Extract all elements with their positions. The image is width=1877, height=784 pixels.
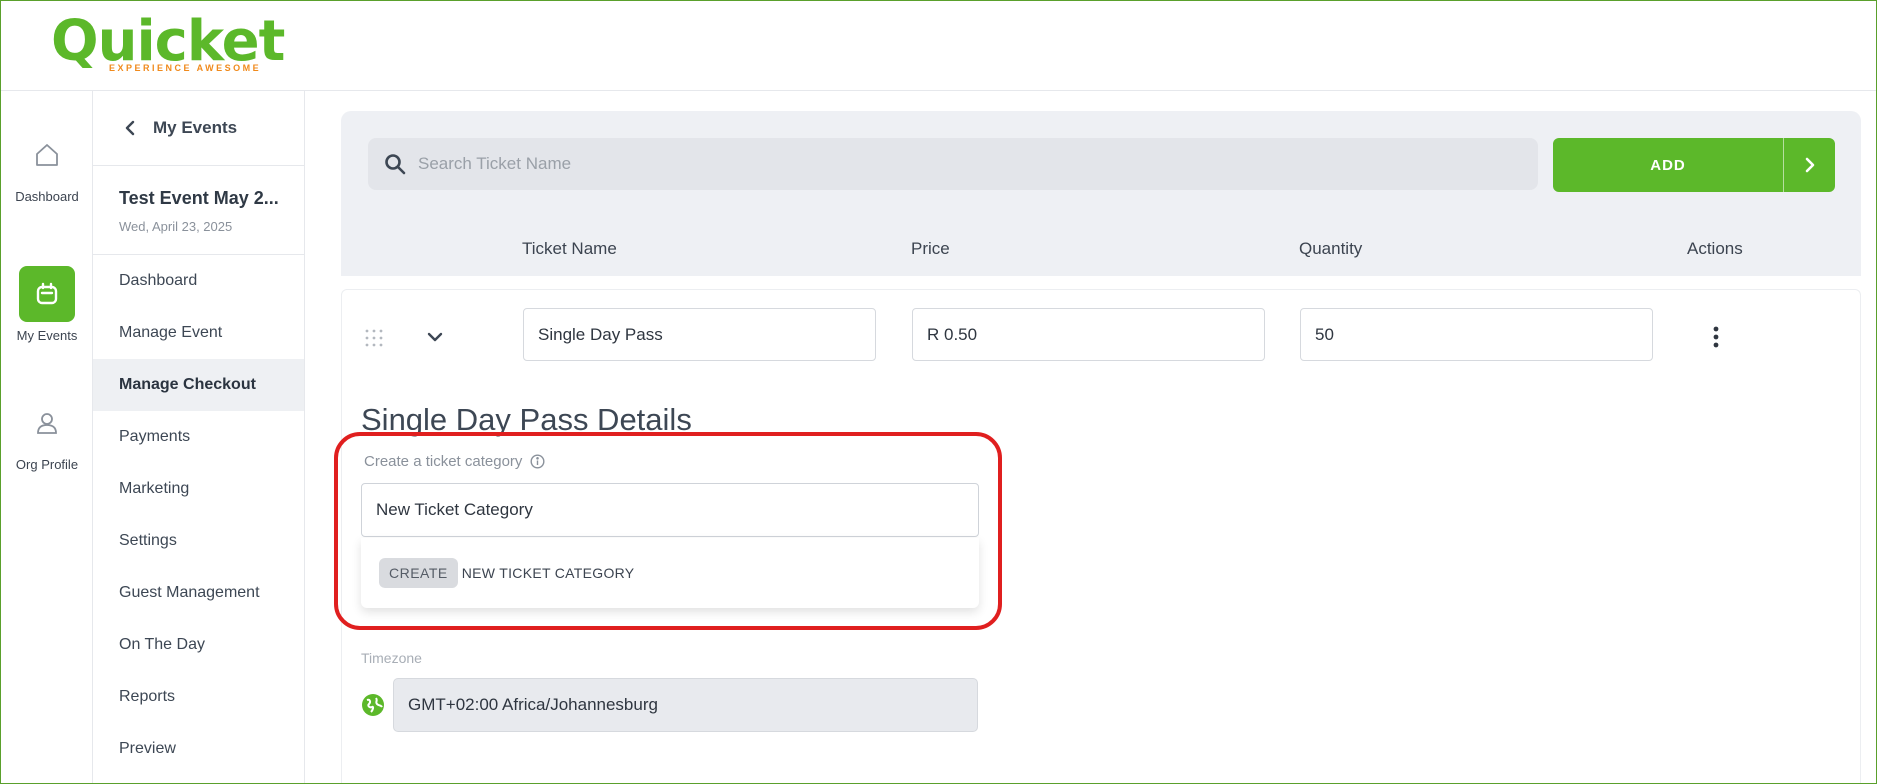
tickets-toolbar: ADD Ticket Name Price Quantity Actions — [341, 111, 1861, 276]
more-actions-icon[interactable] — [1712, 326, 1720, 353]
column-header-price: Price — [911, 239, 950, 258]
ticket-category-input[interactable] — [376, 500, 966, 520]
add-dropdown-toggle[interactable] — [1783, 138, 1835, 192]
top-bar: Quicket EXPERIENCE AWESOME — [1, 1, 1876, 91]
back-to-my-events[interactable]: My Events — [93, 91, 304, 166]
nav-item-settings[interactable]: Settings — [93, 515, 304, 567]
home-icon — [19, 127, 75, 183]
ticket-price-field[interactable]: R 0.50 — [912, 308, 1265, 361]
rail-label: Dashboard — [15, 189, 79, 204]
chevron-right-icon — [1805, 157, 1815, 173]
nav-item-preview[interactable]: Preview — [93, 723, 304, 775]
app-window: Quicket EXPERIENCE AWESOME Dashboard My … — [0, 0, 1877, 784]
rail-label: Org Profile — [15, 457, 79, 472]
ticket-category-label: Create a ticket category — [364, 453, 545, 470]
ticket-details-title: Single Day Pass Details — [361, 402, 692, 437]
person-icon — [19, 395, 75, 451]
rail-item-dashboard[interactable]: Dashboard — [1, 127, 93, 204]
ticket-quantity-field[interactable]: 50 — [1300, 308, 1653, 361]
timezone-label: Timezone — [361, 650, 422, 666]
nav-item-marketing[interactable]: Marketing — [93, 463, 304, 515]
nav-item-on-the-day[interactable]: On The Day — [93, 619, 304, 671]
nav-item-manage-checkout[interactable]: Manage Checkout — [93, 359, 304, 411]
event-date: Wed, April 23, 2025 — [119, 219, 233, 234]
main-content: ADD Ticket Name Price Quantity Actions S… — [306, 91, 1876, 783]
event-sidebar: My Events Test Event May 2... Wed, April… — [93, 91, 305, 783]
quicket-logo[interactable]: Quicket EXPERIENCE AWESOME — [51, 13, 285, 75]
nav-item-dashboard[interactable]: Dashboard — [93, 255, 304, 307]
category-suggestions: CREATE NEW TICKET CATEGORY — [361, 538, 979, 608]
ticket-card: Single Day Pass R 0.50 50 Single Day Pas… — [334, 289, 1861, 783]
nav-item-guest-management[interactable]: Guest Management — [93, 567, 304, 619]
column-header-quantity: Quantity — [1299, 239, 1363, 258]
calendar-icon — [19, 266, 75, 322]
drag-handle-icon[interactable] — [364, 328, 384, 353]
add-ticket-button[interactable]: ADD — [1553, 138, 1835, 192]
nav-item-reports[interactable]: Reports — [93, 671, 304, 723]
back-label: My Events — [153, 118, 238, 137]
rail-item-org-profile[interactable]: Org Profile — [1, 395, 93, 472]
event-nav: Dashboard Manage Event Manage Checkout P… — [93, 255, 304, 775]
timezone-row: GMT+02:00 Africa/Johannesburg — [361, 678, 978, 732]
rail-item-my-events[interactable]: My Events — [1, 266, 93, 343]
globe-icon — [361, 693, 385, 717]
chevron-down-icon[interactable] — [426, 328, 444, 351]
info-icon[interactable] — [530, 454, 545, 469]
icon-rail: Dashboard My Events Org Profile — [1, 91, 93, 783]
column-header-ticket-name: Ticket Name — [522, 239, 617, 258]
ticket-category-field[interactable] — [361, 483, 979, 537]
logo-tagline: EXPERIENCE AWESOME — [109, 63, 262, 73]
add-button-label: ADD — [1650, 156, 1686, 174]
event-summary: Test Event May 2... Wed, April 23, 2025 — [93, 166, 304, 255]
nav-item-payments[interactable]: Payments — [93, 411, 304, 463]
search-input[interactable] — [418, 154, 1518, 174]
ticket-name-field[interactable]: Single Day Pass — [523, 308, 876, 361]
search-icon — [384, 153, 406, 175]
create-category-chip[interactable]: CREATE — [379, 558, 458, 588]
create-category-option[interactable]: NEW TICKET CATEGORY — [462, 565, 635, 581]
column-header-actions: Actions — [1687, 239, 1743, 258]
timezone-select[interactable]: GMT+02:00 Africa/Johannesburg — [393, 678, 978, 732]
nav-item-manage-event[interactable]: Manage Event — [93, 307, 304, 359]
category-label-text: Create a ticket category — [364, 453, 523, 470]
event-name: Test Event May 2... — [119, 188, 279, 208]
chevron-left-icon — [125, 120, 135, 136]
rail-label: My Events — [16, 328, 78, 343]
search-box[interactable] — [368, 138, 1538, 190]
